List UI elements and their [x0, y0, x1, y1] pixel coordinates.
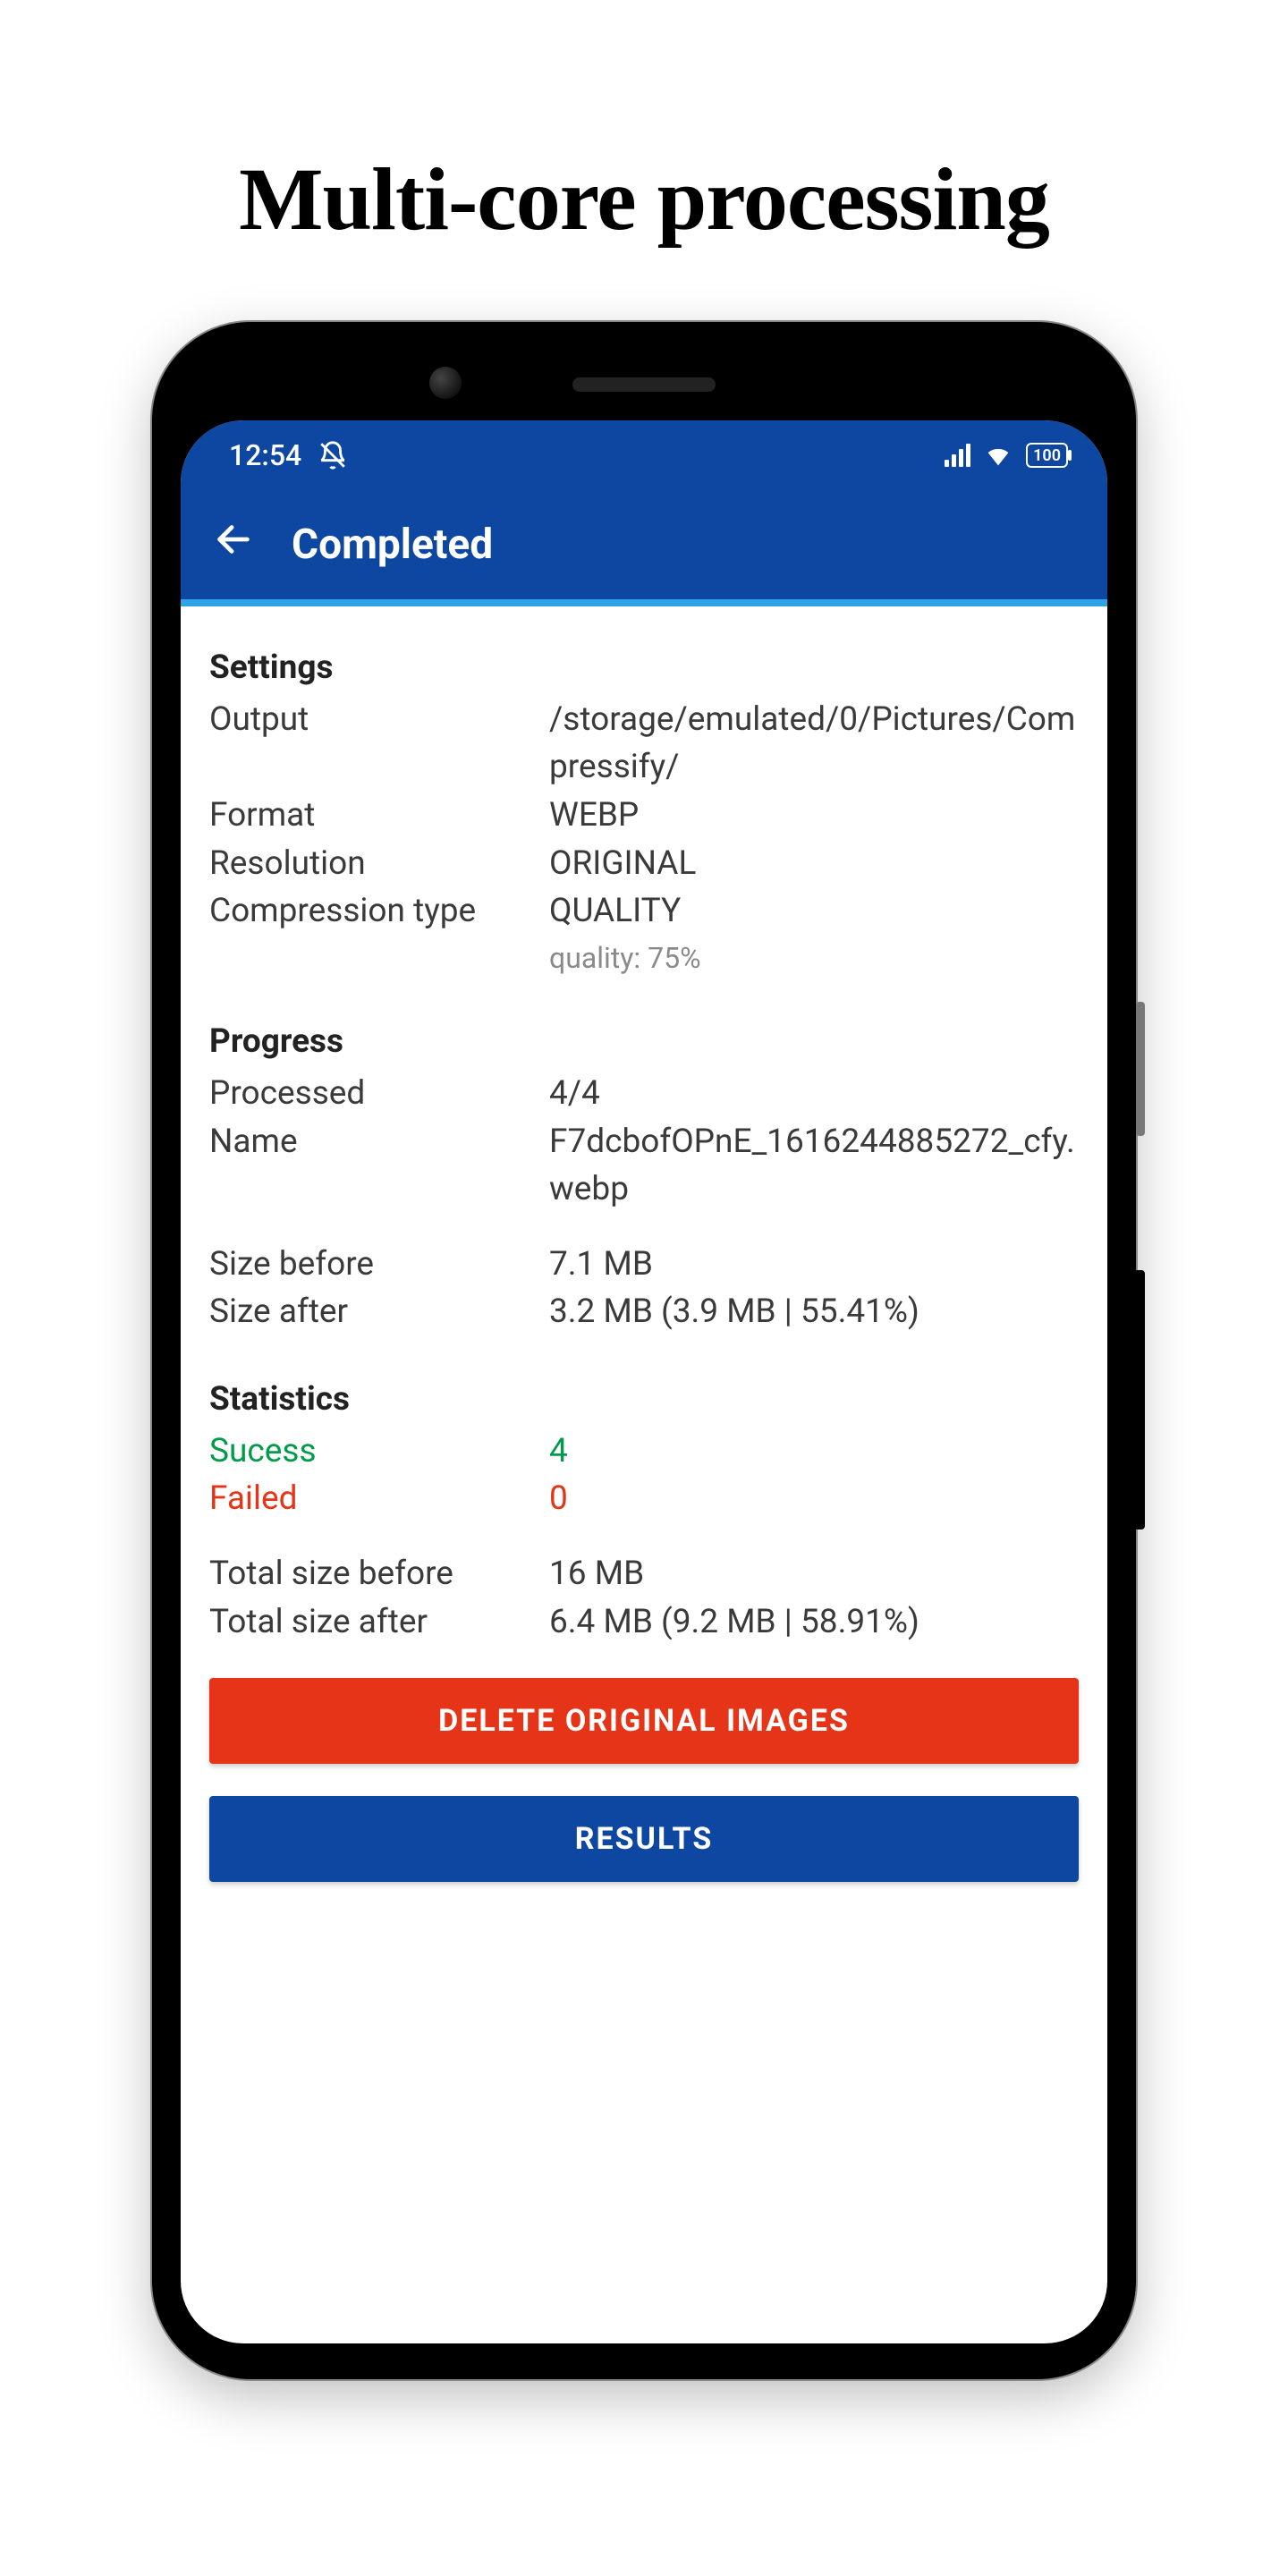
progress-size-before-row: Size before 7.1 MB: [209, 1241, 1079, 1289]
settings-output-label: Output: [209, 696, 549, 792]
statistics-total-after-row: Total size after 6.4 MB (9.2 MB | 58.91%…: [209, 1598, 1079, 1647]
progress-divider: [181, 599, 1107, 606]
statistics-failed-row: Failed 0: [209, 1475, 1079, 1523]
status-right: 100: [945, 440, 1068, 470]
statistics-success-value: 4: [549, 1428, 1079, 1476]
settings-format-label: Format: [209, 792, 549, 840]
content-area: Settings Output /storage/emulated/0/Pict…: [181, 606, 1107, 1916]
wifi-icon: [983, 440, 1013, 470]
settings-compression-row: Compression type QUALITY quality: 75%: [209, 887, 1079, 979]
app-bar: Completed: [181, 490, 1107, 599]
statistics-total-before-value: 16 MB: [549, 1550, 1079, 1598]
settings-format-row: Format WEBP: [209, 792, 1079, 840]
statistics-total-before-row: Total size before 16 MB: [209, 1550, 1079, 1598]
progress-size-before-label: Size before: [209, 1241, 549, 1289]
statistics-success-label: Sucess: [209, 1428, 549, 1476]
back-icon[interactable]: [213, 519, 254, 571]
statistics-failed-label: Failed: [209, 1475, 549, 1523]
progress-processed-value: 4/4: [549, 1070, 1079, 1118]
phone-side-button: [1136, 1002, 1145, 1136]
settings-output-row: Output /storage/emulated/0/Pictures/Comp…: [209, 696, 1079, 792]
statistics-success-row: Sucess 4: [209, 1428, 1079, 1476]
settings-resolution-value: ORIGINAL: [549, 840, 1079, 888]
statistics-total-before-label: Total size before: [209, 1550, 549, 1598]
settings-compression-value: QUALITY quality: 75%: [549, 887, 1079, 979]
settings-resolution-label: Resolution: [209, 840, 549, 888]
status-left: 12:54: [229, 438, 348, 472]
phone-frame: 12:54 100 Completed: [152, 322, 1136, 2379]
progress-processed-row: Processed 4/4: [209, 1070, 1079, 1118]
settings-format-value: WEBP: [549, 792, 1079, 840]
page-headline: Multi-core processing: [0, 148, 1288, 250]
settings-quality-sub: quality: 75%: [549, 937, 1079, 979]
bell-off-icon: [318, 440, 348, 470]
phone-side-button: [1134, 1270, 1145, 1530]
statistics-failed-value: 0: [549, 1475, 1079, 1523]
progress-size-after-label: Size after: [209, 1288, 549, 1336]
progress-size-after-value: 3.2 MB (3.9 MB | 55.41%): [549, 1288, 1079, 1336]
settings-compression-label: Compression type: [209, 887, 549, 979]
delete-original-images-button[interactable]: DELETE ORIGINAL IMAGES: [209, 1678, 1079, 1764]
progress-name-value: F7dcbofOPnE_1616244885272_cfy.webp: [549, 1118, 1079, 1214]
progress-processed-label: Processed: [209, 1070, 549, 1118]
progress-size-before-value: 7.1 MB: [549, 1241, 1079, 1289]
statistics-total-after-value: 6.4 MB (9.2 MB | 58.91%): [549, 1598, 1079, 1647]
signal-icon: [945, 444, 970, 467]
status-bar: 12:54 100: [181, 420, 1107, 490]
battery-icon: 100: [1026, 443, 1068, 468]
status-time: 12:54: [229, 438, 301, 472]
progress-size-after-row: Size after 3.2 MB (3.9 MB | 55.41%): [209, 1288, 1079, 1336]
phone-screen: 12:54 100 Completed: [181, 420, 1107, 2343]
progress-header: Progress: [209, 1018, 1079, 1066]
statistics-total-after-label: Total size after: [209, 1598, 549, 1647]
progress-name-row: Name F7dcbofOPnE_1616244885272_cfy.webp: [209, 1118, 1079, 1214]
settings-header: Settings: [209, 644, 1079, 692]
progress-name-label: Name: [209, 1118, 549, 1214]
statistics-header: Statistics: [209, 1376, 1079, 1424]
settings-output-value: /storage/emulated/0/Pictures/Compressify…: [549, 696, 1079, 792]
settings-resolution-row: Resolution ORIGINAL: [209, 840, 1079, 888]
results-button[interactable]: RESULTS: [209, 1796, 1079, 1882]
app-bar-title: Completed: [292, 521, 493, 569]
